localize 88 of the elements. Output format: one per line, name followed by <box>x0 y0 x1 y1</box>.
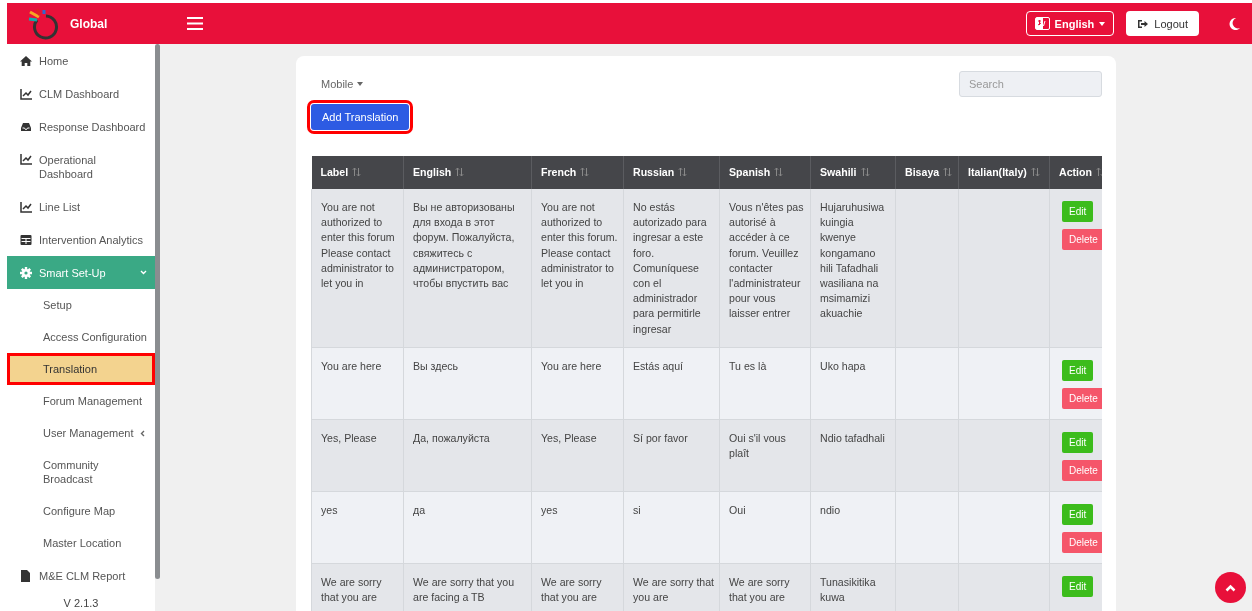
table-cell: si <box>623 491 720 564</box>
table-cell: You are not authorized to enter this forum Please contact administrator to let you in <box>311 189 404 348</box>
file-icon <box>20 569 32 582</box>
column-header[interactable]: English <box>403 156 532 189</box>
column-header[interactable]: Russian <box>623 156 720 189</box>
logout-button[interactable]: Logout <box>1126 11 1199 36</box>
sort-icon <box>455 167 465 178</box>
column-header[interactable]: Swahili <box>810 156 896 189</box>
sidebar-item[interactable]: Setup <box>7 289 155 321</box>
table-cell: No estás autorizado para ingresar a este foro. Comuníquese con el administrador para permitirle ingresar <box>623 189 720 348</box>
table-cell: ndio <box>810 491 896 564</box>
column-header[interactable]: Italian(Italy) <box>958 156 1050 189</box>
line-chart-icon <box>20 152 32 165</box>
table-cell: You are here <box>531 347 624 420</box>
sidebar-item[interactable]: Intervention Analytics <box>7 223 155 256</box>
sidebar-item[interactable]: Response Dashboard <box>7 110 155 143</box>
table-cell: Вы не авторизованы для входа в этот форум. Пожалуйста, свяжитесь с администратором, чтобы впустить вас <box>403 189 532 348</box>
table-cell: You are not authorized to enter this forum. Please contact administrator to let you in <box>531 189 624 348</box>
table-cell: Tu es là <box>719 347 811 420</box>
column-header[interactable]: Action <box>1049 156 1102 189</box>
table-cell: We are sorry that you are <box>311 563 404 611</box>
sort-icon <box>352 167 362 178</box>
scrollbar[interactable] <box>155 44 160 579</box>
sidebar-item[interactable]: CLM Dashboard <box>7 77 155 110</box>
sort-icon <box>580 167 590 178</box>
table-cell: We are sorry that you are <box>719 563 811 611</box>
translate-icon <box>1034 17 1050 30</box>
sort-icon <box>678 167 688 178</box>
sort-icon <box>774 167 784 178</box>
table-cell: Yes, Please <box>531 419 624 492</box>
column-header[interactable]: Bisaya <box>895 156 959 189</box>
sidebar-item[interactable]: Master Location <box>7 527 155 559</box>
table-cell: Estás aquí <box>623 347 720 420</box>
column-header[interactable]: Spanish <box>719 156 811 189</box>
table-cell: Oui <box>719 491 811 564</box>
table-cell: We are sorry that you are <box>531 563 624 611</box>
search-field[interactable]: Search <box>959 71 1102 97</box>
chevron-up-icon <box>1225 583 1236 592</box>
sidebar-item[interactable]: Translation <box>7 353 155 385</box>
table-cell: Tunasikitika kuwa <box>810 563 896 611</box>
sidebar-item[interactable]: Forum Management <box>7 385 155 417</box>
sidebar-item[interactable]: Operational Dashboard <box>7 143 155 190</box>
sort-icon <box>1030 167 1040 178</box>
table-cell: yes <box>531 491 624 564</box>
home-icon <box>20 54 32 67</box>
logo-icon <box>27 7 61 40</box>
chevron-down-icon <box>140 269 147 276</box>
sort-icon <box>860 167 870 178</box>
sidebar-item[interactable]: User Management <box>7 417 155 449</box>
table-cell: yes <box>311 491 404 564</box>
line-chart-icon <box>20 87 32 100</box>
table-cell: You are here <box>311 347 404 420</box>
table-cell: Да, пожалуйста <box>403 419 532 492</box>
table-cell: Oui s'il vous plaît <box>719 419 811 492</box>
caret-icon <box>357 82 364 86</box>
sort-icon <box>1095 167 1102 178</box>
table-cell: We are sorry that you are facing a TB <box>403 563 532 611</box>
sidebar-item[interactable]: Access Configuration <box>7 321 155 353</box>
table-cell: Sí por favor <box>623 419 720 492</box>
table-cell: Ndio tafadhali <box>810 419 896 492</box>
table-cell: Uko hapa <box>810 347 896 420</box>
table-cell: We are sorry that you are <box>623 563 720 611</box>
sign-out-icon <box>1137 18 1149 29</box>
sidebar-item[interactable]: Home <box>7 44 155 77</box>
table-cell: Yes, Please <box>311 419 404 492</box>
table-cell: Вы здесь <box>403 347 532 420</box>
caret-icon <box>1099 21 1106 26</box>
line-chart-icon <box>20 200 32 213</box>
sidebar-item[interactable]: M&E CLM Report <box>7 559 155 592</box>
sidebar-item[interactable]: Community Broadcast <box>7 449 155 495</box>
moon-icon[interactable] <box>1229 17 1240 30</box>
sidebar-item[interactable]: Configure Map <box>7 495 155 527</box>
table-cell: Hujaruhusiwa kuingia kwenye kongamano hili Tafadhali wasiliana na msimamizi akuachie <box>810 189 896 348</box>
table-cell: да <box>403 491 532 564</box>
inbox-icon <box>20 120 32 133</box>
sidebar-item[interactable]: Line List <box>7 190 155 223</box>
menu-icon[interactable] <box>187 17 204 30</box>
sort-icon <box>943 167 953 178</box>
table-icon <box>20 233 32 246</box>
brand-name: Global <box>70 16 108 31</box>
chevron-left-icon <box>138 429 146 437</box>
version-label: V 2.1.3 <box>62 596 100 611</box>
language-button[interactable]: English <box>1025 11 1115 36</box>
table-cell: Vous n'êtes pas autorisé à accéder à ce forum. Veuillez contacter l'administrateur pour vous laisser entrer <box>719 189 811 348</box>
dropdown-button[interactable]: Mobile <box>321 78 364 90</box>
column-header[interactable]: French <box>531 156 624 189</box>
gear-icon <box>20 266 32 279</box>
column-header[interactable]: Label <box>311 156 404 189</box>
